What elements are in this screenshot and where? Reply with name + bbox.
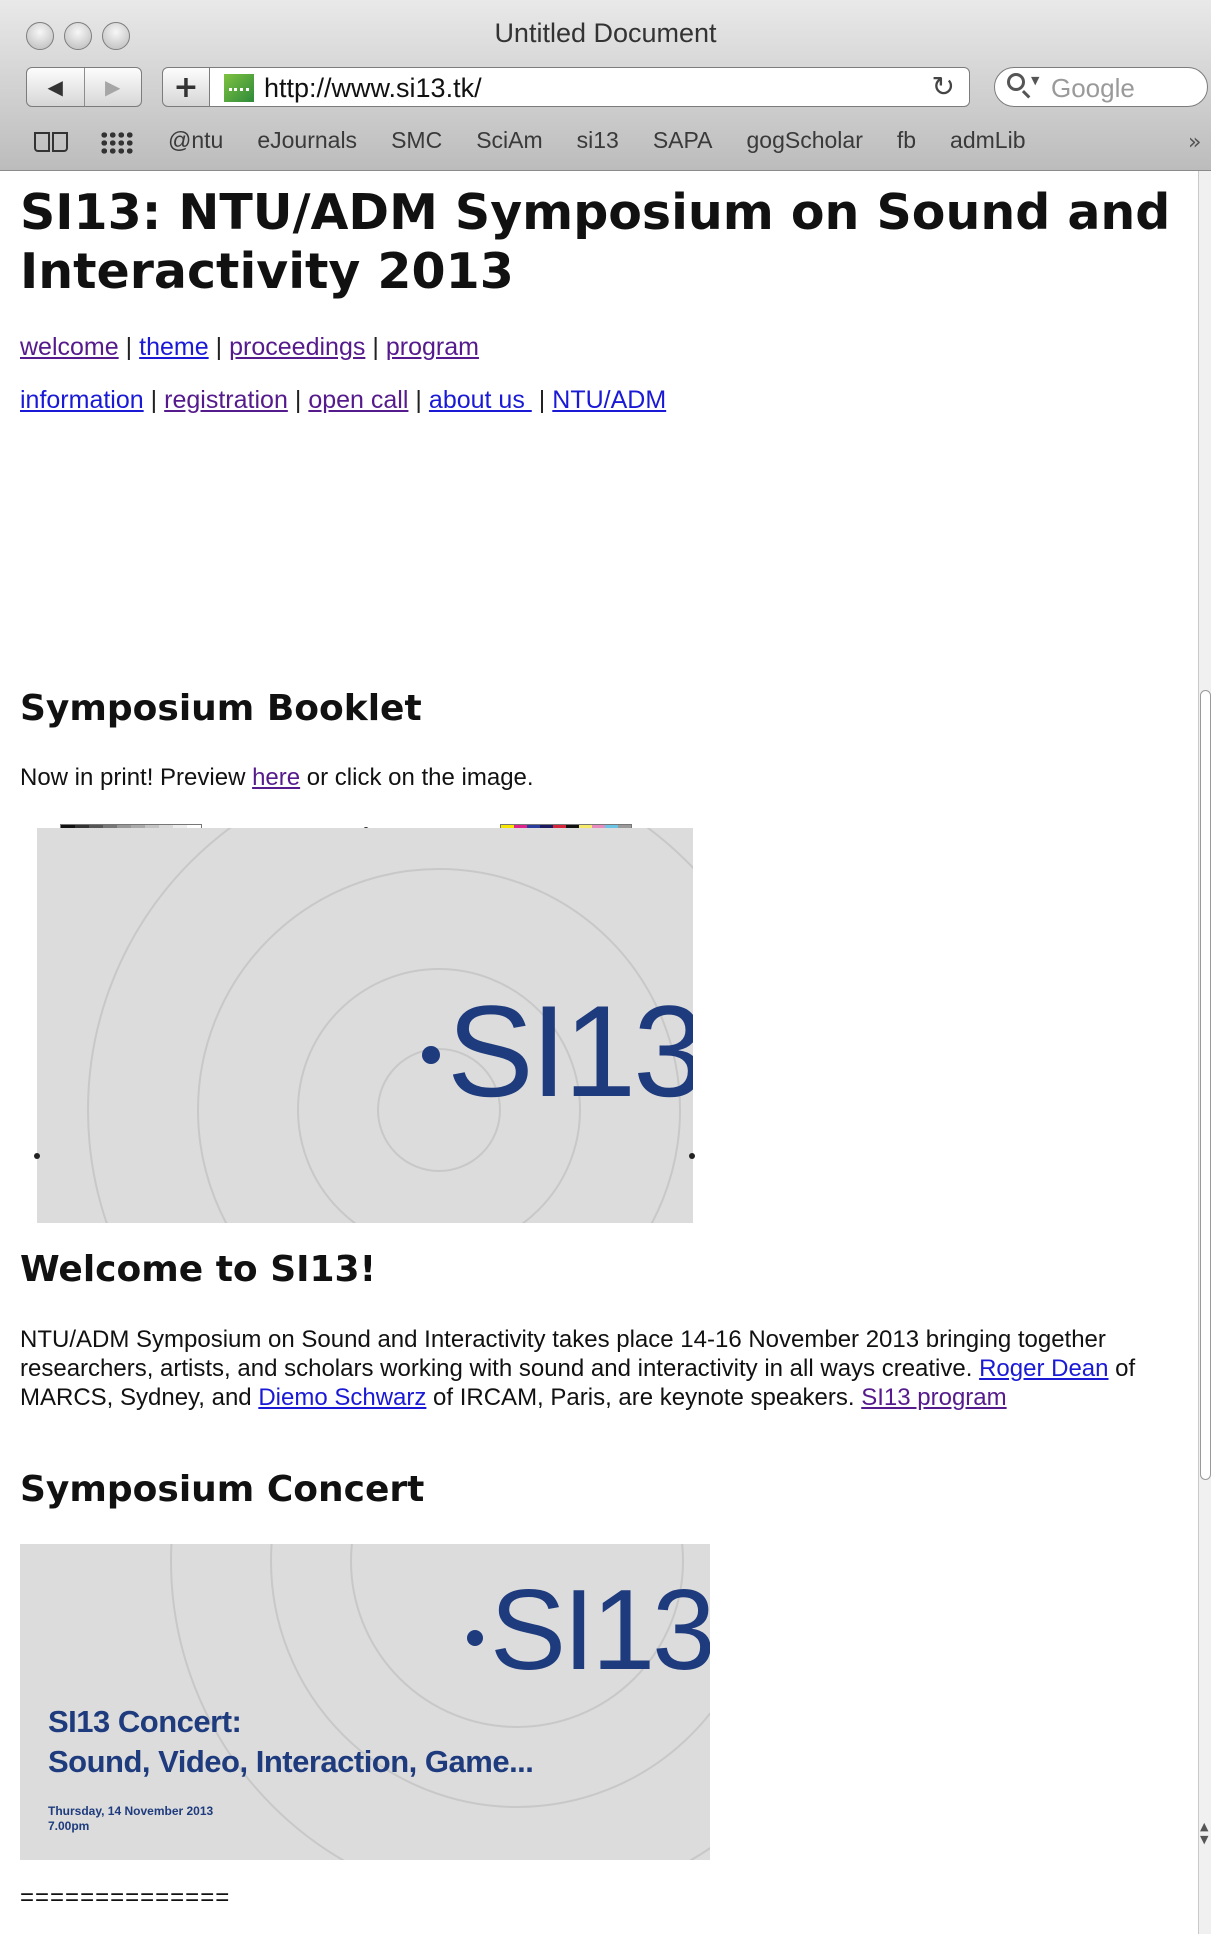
scroll-arrows-icon[interactable]: ▲ ▼ [1200,1820,1211,1846]
section-divider: ============== [20,1884,231,1911]
concert-title-line-2: Sound, Video, Interaction, Game... [48,1744,534,1779]
search-icon[interactable] [1007,73,1025,91]
site-nav-primary: welcome | theme | proceedings | program [20,333,479,361]
booklet-text: Now in print! Preview here or click on t… [20,763,1190,792]
more-bookmarks-chevron-icon[interactable]: » [1188,130,1201,155]
concert-date-line-1: Thursday, 14 November 2013 [48,1804,214,1818]
booklet-preview-link[interactable]: here [252,764,300,791]
bookmarks-book-icon[interactable] [32,132,70,154]
bookmark-smc[interactable]: SMC [391,127,442,154]
scrollbar-thumb[interactable] [1200,690,1211,1480]
back-button[interactable]: ◀ [27,68,84,106]
site-favicon-icon [224,74,254,102]
si13-logo-dot-icon [467,1630,483,1646]
back-arrow-icon: ◀ [47,75,63,99]
forward-button[interactable]: ▶ [83,68,142,106]
welcome-text-3: of IRCAM, Paris, are keynote speakers. [426,1384,862,1411]
booklet-cover-art: SI13 [37,828,693,1223]
welcome-paragraph: NTU/ADM Symposium on Sound and Interacti… [20,1325,1190,1412]
concert-date: Thursday, 14 November 2013 7.00pm [48,1804,213,1834]
concert-logo: SI13 [490,1567,710,1694]
si13-program-link[interactable]: SI13 program [861,1384,1006,1411]
search-dropdown-icon[interactable]: ▼ [1031,74,1039,87]
booklet-cover-image[interactable]: SI13 [20,815,710,1223]
registration-mark-icon [689,1153,695,1159]
booklet-heading: Symposium Booklet [20,688,422,729]
nav-link-about-us[interactable]: about us [429,386,532,414]
concert-title: SI13 Concert: Sound, Video, Interaction,… [48,1702,534,1782]
booklet-text-after: or click on the image. [300,764,534,791]
nav-link-open-call[interactable]: open call [308,386,408,414]
welcome-text-1: NTU/ADM Symposium on Sound and Interacti… [20,1326,1106,1382]
bookmark-ejournals[interactable]: eJournals [257,127,357,154]
roger-dean-link[interactable]: Roger Dean [979,1355,1108,1382]
nav-link-information[interactable]: information [20,386,144,414]
bookmark-admlib[interactable]: admLib [950,127,1025,154]
nav-link-registration[interactable]: registration [164,386,288,414]
bookmark-list: @ntu eJournals SMC SciAm si13 SAPA gogSc… [168,127,1059,154]
bookmark-ntu[interactable]: @ntu [168,127,223,154]
registration-mark-icon [34,1153,40,1159]
add-bookmark-button[interactable]: + [162,67,210,107]
nav-link-ntu-adm[interactable]: NTU/ADM [552,386,666,414]
concert-poster-image[interactable]: SI13 SI13 Concert: Sound, Video, Interac… [20,1544,710,1860]
search-field[interactable]: ▼ Google [994,67,1208,107]
nav-link-welcome[interactable]: welcome [20,333,119,361]
reload-icon[interactable]: ↻ [932,71,955,103]
plus-icon: + [173,69,199,105]
bookmark-sciam[interactable]: SciAm [476,127,542,154]
booklet-text-before: Now in print! Preview [20,764,253,791]
concert-time: 7.00pm [48,1819,90,1833]
window-title: Untitled Document [494,18,717,48]
search-placeholder: Google [1051,73,1135,103]
diemo-schwarz-link[interactable]: Diemo Schwarz [258,1384,426,1411]
bookmark-fb[interactable]: fb [897,127,916,154]
forward-arrow-icon: ▶ [105,75,121,99]
bookmarks-bar: @ntu eJournals SMC SciAm si13 SAPA gogSc… [0,124,1211,164]
nav-link-proceedings[interactable]: proceedings [229,333,365,361]
concert-title-line-1: SI13 Concert: [48,1704,242,1739]
concert-heading: Symposium Concert [20,1469,425,1510]
top-sites-grid-icon[interactable] [100,131,134,155]
address-bar[interactable]: http://www.si13.tk/ ↻ [210,67,970,107]
bookmark-sapa[interactable]: SAPA [653,127,713,154]
booklet-logo: SI13 [447,978,693,1124]
page-title: SI13: NTU/ADM Symposium on Sound and Int… [20,184,1171,300]
bookmark-gogscholar[interactable]: gogScholar [747,127,863,154]
history-nav: ◀ ▶ [26,67,142,107]
nav-link-theme[interactable]: theme [139,333,208,361]
bookmark-si13[interactable]: si13 [577,127,619,154]
toolbar: ◀ ▶ + http://www.si13.tk/ ↻ ▼ Google [0,63,1211,115]
site-nav-secondary: information | registration | open call | about… [20,386,667,414]
browser-chrome: Untitled Document ◀ ▶ + http://www.si13.… [0,0,1211,171]
nav-link-program[interactable]: program [386,333,479,361]
address-url: http://www.si13.tk/ [264,73,482,103]
welcome-heading: Welcome to SI13! [20,1249,377,1290]
si13-logo-dot-icon [422,1046,440,1064]
